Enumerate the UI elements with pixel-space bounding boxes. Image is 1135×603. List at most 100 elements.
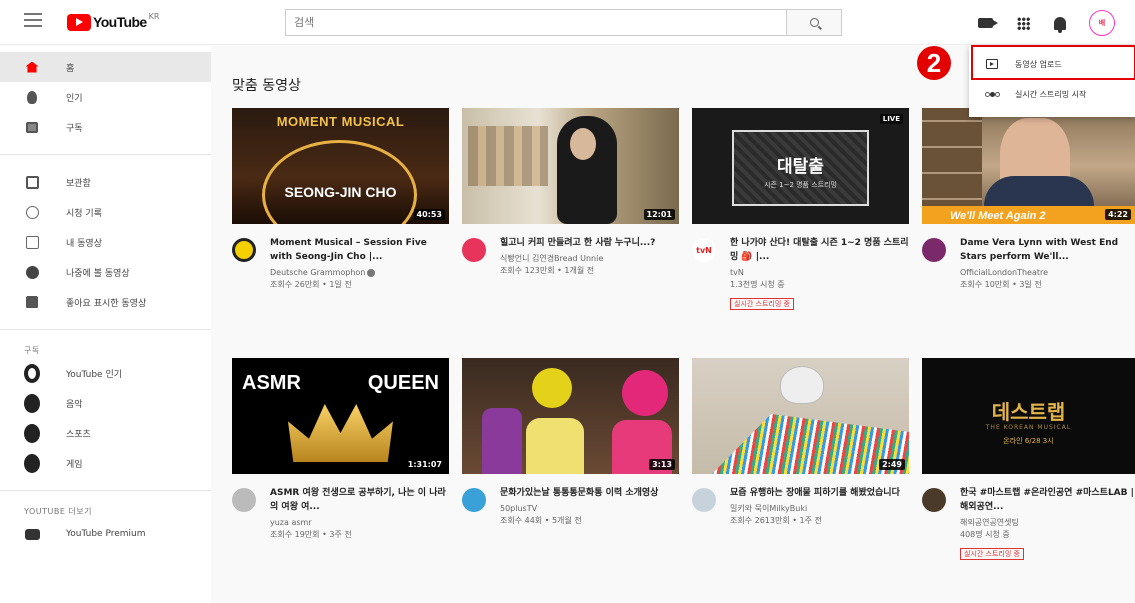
thumbnail-art bbox=[526, 418, 584, 474]
video-title[interactable]: 문화가있는날 통통통문화통 이력 소개영상 bbox=[500, 486, 679, 500]
channel-name[interactable]: 해외공연공연셋팅 bbox=[960, 517, 1135, 529]
channel-name[interactable]: OfficialLondonTheatre bbox=[960, 267, 1135, 279]
sidebar-item-label: 좋아요 표시한 동영상 bbox=[66, 298, 147, 309]
sidebar-item-home[interactable]: 홈 bbox=[0, 52, 211, 82]
sidebar-item-label: 구독 bbox=[66, 123, 83, 134]
sidebar-item-watch-later[interactable]: 나중에 볼 동영상 bbox=[0, 257, 211, 287]
more-from-youtube-title: YOUTUBE 더보기 bbox=[24, 506, 93, 516]
video-title[interactable]: 힐고니 커피 만들려고 한 사람 누구니...? bbox=[500, 236, 679, 250]
video-thumbnail[interactable]: We'll Meet Again 2 4:22 bbox=[922, 108, 1135, 224]
video-thumbnail[interactable]: 데스트랩 THE KOREAN MUSICAL 온라인 6/28 3시 bbox=[922, 358, 1135, 474]
youtube-premium-icon bbox=[24, 528, 40, 540]
watch-later-icon bbox=[25, 265, 39, 279]
video-stats: 408명 시청 중 bbox=[960, 530, 1010, 539]
notifications-button[interactable] bbox=[1045, 8, 1075, 38]
video-card[interactable]: ASMR QUEEN 1:31:07 ASMR 여왕 전생으로 공부하기, 나는… bbox=[232, 358, 449, 541]
sidebar-item-trending[interactable]: 인기 bbox=[0, 82, 211, 112]
create-video-button[interactable] bbox=[970, 8, 1000, 38]
channel-avatar[interactable] bbox=[462, 238, 486, 262]
youtube-play-icon bbox=[67, 13, 91, 31]
search-input[interactable] bbox=[285, 9, 786, 36]
video-thumbnail[interactable]: 3:13 bbox=[462, 358, 679, 474]
hamburger-menu-icon[interactable] bbox=[24, 13, 42, 27]
video-stats: 조회수 44회 • 5개월 전 bbox=[500, 516, 582, 525]
channel-name[interactable]: tvN bbox=[730, 267, 909, 279]
video-card[interactable]: 3:13 문화가있는날 통통통문화통 이력 소개영상 50plusTV 조회수 … bbox=[462, 358, 679, 527]
sidebar-item-music[interactable]: 음악 bbox=[0, 388, 211, 418]
apps-button[interactable] bbox=[1008, 8, 1038, 38]
video-card[interactable]: We'll Meet Again 2 4:22 Dame Vera Lynn w… bbox=[922, 108, 1135, 291]
sidebar: 홈 인기 구독 보관함 시청 기록 내 동영상 나중에 볼 동영상 좋아요 표시… bbox=[0, 46, 211, 603]
video-duration: 2:49 bbox=[879, 459, 905, 470]
sidebar-item-sports[interactable]: 스포츠 bbox=[0, 418, 211, 448]
video-title[interactable]: 한 나가야 산다! 대탈출 시즌 1~2 명품 스트리밍 🎒 |... bbox=[730, 236, 909, 264]
video-thumbnail[interactable]: 2:49 bbox=[692, 358, 909, 474]
avatar: 배 bbox=[1089, 10, 1115, 36]
sidebar-item-your-videos[interactable]: 내 동영상 bbox=[0, 227, 211, 257]
search-button[interactable] bbox=[786, 9, 842, 36]
thumbnail-text: We'll Meet Again 2 bbox=[950, 210, 1046, 222]
video-title[interactable]: 한국 #마스트랩 #온라인공연 #마스트LAB | 해외공연... bbox=[960, 486, 1135, 514]
video-title[interactable]: 묘즘 유행하는 장애물 피하기를 해봤었습니다 bbox=[730, 486, 909, 500]
sidebar-item-history[interactable]: 시청 기록 bbox=[0, 197, 211, 227]
thumbnail-text: 시즌 1~2 명품 스트리밍 bbox=[764, 181, 837, 189]
apps-grid-icon bbox=[1016, 16, 1030, 30]
video-card[interactable]: LIVE 대탈출 시즌 1~2 명품 스트리밍 tvN 한 나가야 산다! 대탈… bbox=[692, 108, 909, 310]
video-card[interactable]: 12:01 힐고니 커피 만들려고 한 사람 누구니...? 식빵언니 김연경B… bbox=[462, 108, 679, 277]
sidebar-item-library[interactable]: 보관함 bbox=[0, 167, 211, 197]
logo-region: KR bbox=[148, 12, 160, 21]
trending-icon bbox=[27, 90, 37, 104]
video-title[interactable]: Dame Vera Lynn with West End Stars perfo… bbox=[960, 236, 1135, 264]
sidebar-item-subscriptions[interactable]: 구독 bbox=[0, 112, 211, 142]
channel-avatar[interactable] bbox=[232, 488, 256, 512]
video-title[interactable]: ASMR 여왕 전생으로 공부하기, 나는 이 나라의 여왕 여... bbox=[270, 486, 449, 514]
sidebar-divider bbox=[0, 329, 211, 330]
channel-name[interactable]: Deutsche Grammophon bbox=[270, 267, 449, 279]
sidebar-item-label: 나중에 볼 동영상 bbox=[66, 268, 130, 279]
account-button[interactable]: 배 bbox=[1087, 8, 1117, 38]
thumbnail-art bbox=[482, 408, 522, 474]
sidebar-item-youtube-premium[interactable]: YouTube Premium bbox=[0, 519, 211, 549]
video-thumbnail[interactable]: LIVE 대탈출 시즌 1~2 명품 스트리밍 bbox=[692, 108, 909, 224]
youtube-logo[interactable]: YouTube KR bbox=[67, 11, 159, 33]
channel-name[interactable]: 밀키와 묵이MilkyBuki bbox=[730, 503, 909, 515]
video-thumbnail[interactable]: MOMENT MUSICAL SEONG-JIN CHO 40:53 bbox=[232, 108, 449, 224]
channel-name[interactable]: 식빵언니 김연경Bread Unnie bbox=[500, 253, 679, 265]
sidebar-item-gaming[interactable]: 게임 bbox=[0, 448, 211, 478]
channel-name[interactable]: yuza asmr bbox=[270, 517, 449, 529]
video-title[interactable]: Moment Musical – Session Five with Seong… bbox=[270, 236, 449, 264]
video-duration: 40:53 bbox=[413, 209, 445, 220]
thumbnail-text: 대탈출 bbox=[777, 157, 824, 177]
thumbnail-text: ASMR bbox=[242, 372, 301, 394]
channel-avatar[interactable] bbox=[922, 238, 946, 262]
history-icon bbox=[25, 205, 39, 219]
video-stats: 조회수 19만회 • 3주 전 bbox=[270, 530, 352, 539]
video-card[interactable]: MOMENT MUSICAL SEONG-JIN CHO 40:53 Momen… bbox=[232, 108, 449, 291]
thumbnail-text: 온라인 6/28 3시 bbox=[1003, 437, 1054, 445]
subscriptions-title: 구독 bbox=[24, 345, 40, 355]
sidebar-item-youtube-popular[interactable]: YouTube 인기 bbox=[0, 358, 211, 388]
channel-avatar[interactable] bbox=[462, 488, 486, 512]
sports-icon bbox=[24, 423, 40, 443]
channel-avatar[interactable]: tvN bbox=[692, 238, 716, 262]
live-status-badge: 실시간 스트리밍 중 bbox=[960, 548, 1024, 560]
channel-avatar[interactable] bbox=[922, 488, 946, 512]
video-duration: 12:01 bbox=[643, 209, 675, 220]
live-status-badge: 실시간 스트리밍 중 bbox=[730, 298, 794, 310]
video-stats: 조회수 26만회 • 1일 전 bbox=[270, 280, 352, 289]
video-card[interactable]: 2:49 묘즘 유행하는 장애물 피하기를 해봤었습니다 밀키와 묵이Milky… bbox=[692, 358, 909, 527]
sidebar-item-liked-videos[interactable]: 좋아요 표시한 동영상 bbox=[0, 287, 211, 317]
channel-name[interactable]: 50plusTV bbox=[500, 503, 679, 515]
tvn-logo-icon: tvN bbox=[696, 245, 712, 255]
channel-avatar[interactable] bbox=[692, 488, 716, 512]
sidebar-divider bbox=[0, 490, 211, 491]
video-card[interactable]: 데스트랩 THE KOREAN MUSICAL 온라인 6/28 3시 한국 #… bbox=[922, 358, 1135, 560]
verified-icon bbox=[367, 268, 376, 277]
video-thumbnail[interactable]: ASMR QUEEN 1:31:07 bbox=[232, 358, 449, 474]
video-thumbnail[interactable]: 12:01 bbox=[462, 108, 679, 224]
sidebar-item-label: 인기 bbox=[66, 93, 83, 104]
go-live-menu-item[interactable]: 실시간 스트리밍 시작 bbox=[969, 79, 1135, 109]
channel-avatar[interactable] bbox=[232, 238, 256, 262]
video-duration: 4:22 bbox=[1105, 209, 1131, 220]
video-camera-icon bbox=[977, 18, 998, 28]
